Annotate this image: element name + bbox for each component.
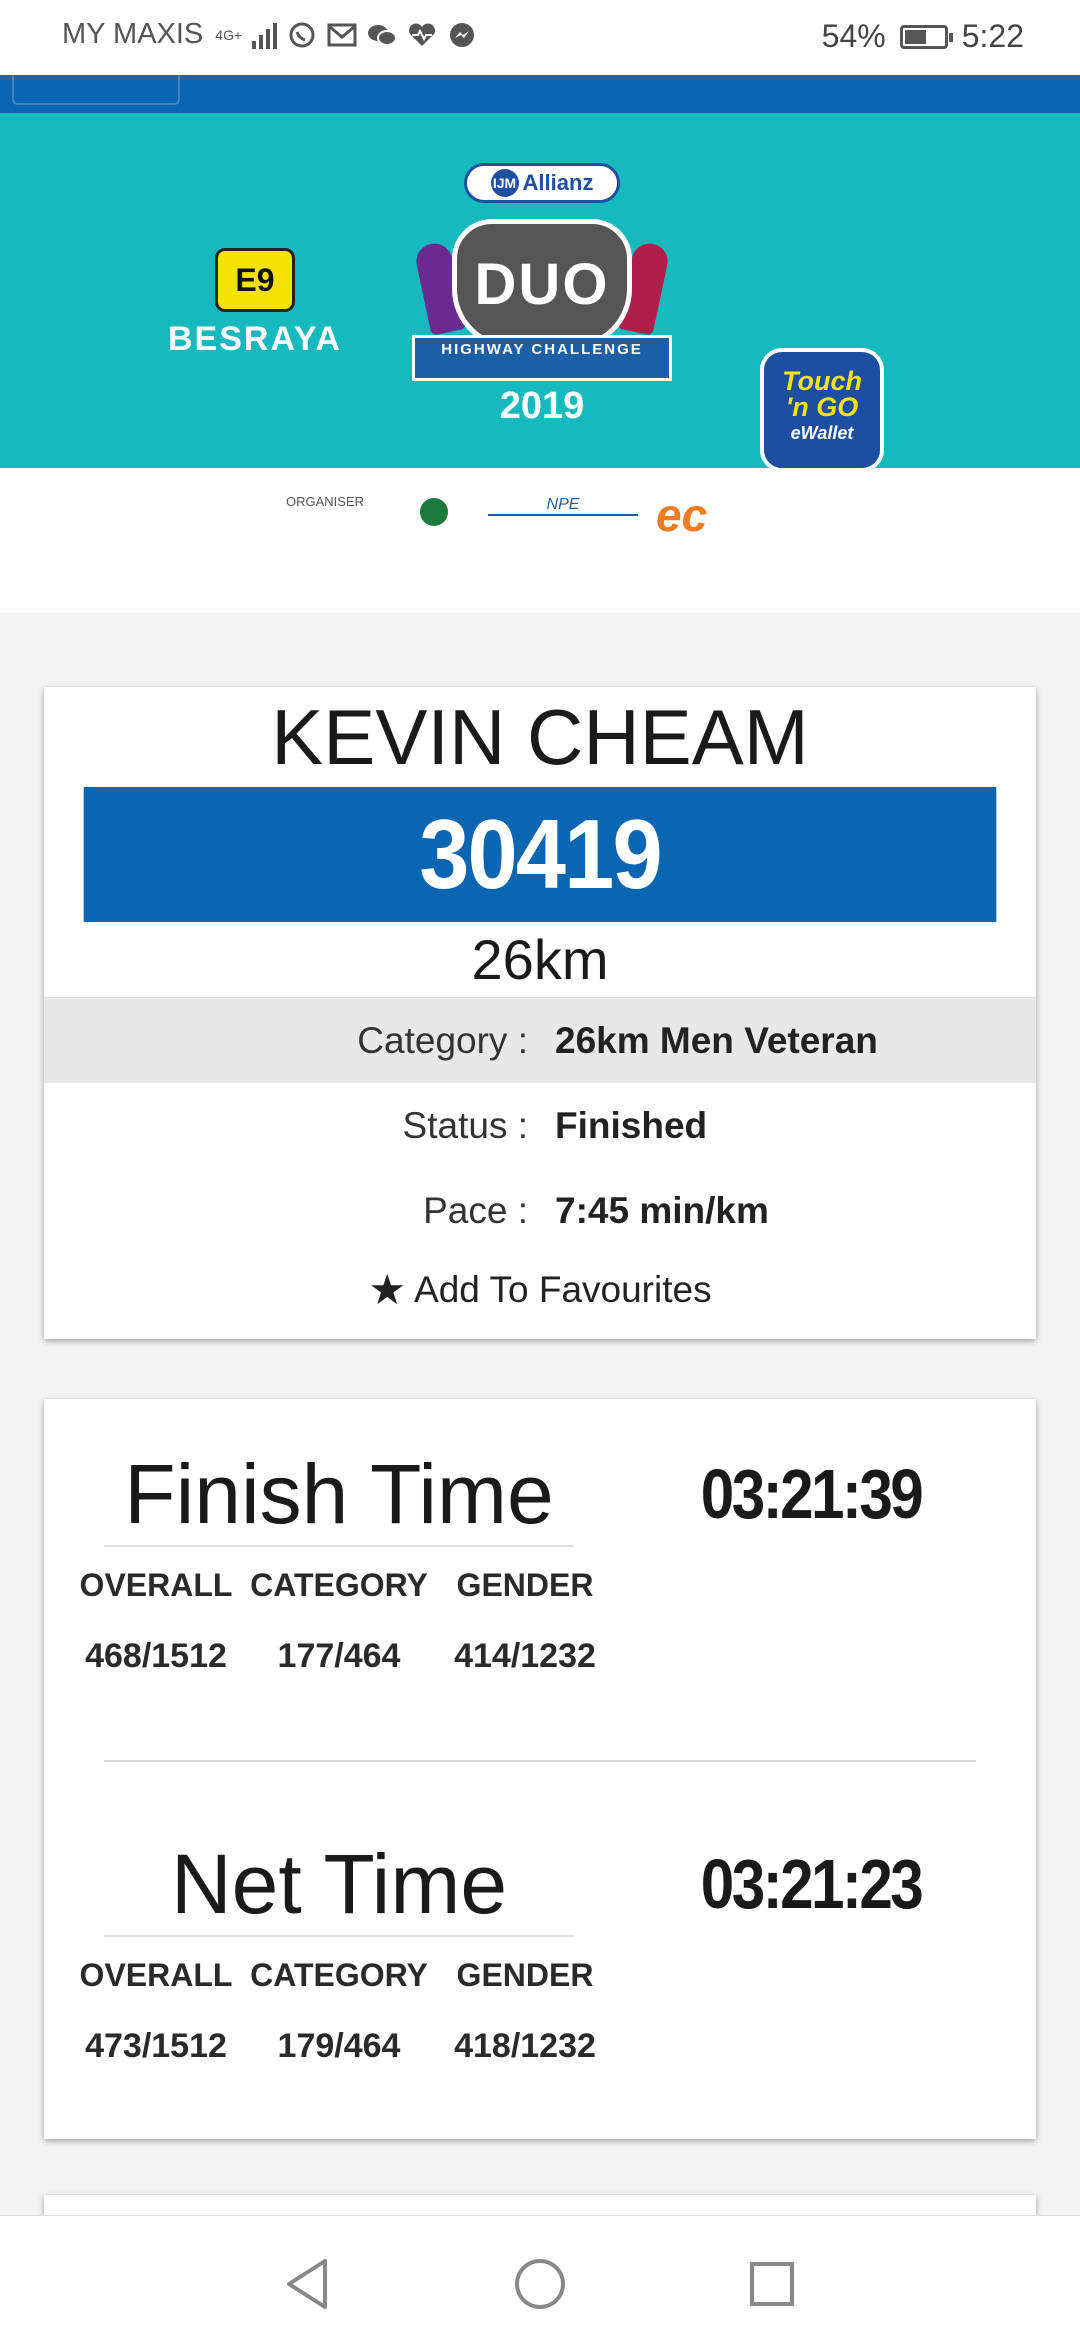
favourites-label[interactable]: Add To Favourites	[414, 1269, 712, 1310]
race-distance: 26km	[44, 922, 1036, 998]
gender-header: GENDER	[456, 1957, 594, 1993]
pace-row: Pace : 7:45 min/km	[44, 1168, 1036, 1253]
net-time-title: Net Time	[104, 1839, 574, 1937]
add-to-favourites-button[interactable]: ★ Add To Favourites	[44, 1265, 1036, 1314]
battery-percent: 54%	[821, 18, 886, 54]
browser-top-strip	[0, 75, 1080, 113]
status-label: Status :	[402, 1105, 528, 1146]
messenger-icon	[447, 20, 477, 50]
duo-shield: DUO	[452, 219, 632, 349]
category-value: 26km Men Veteran	[555, 1020, 878, 1061]
health-icon	[407, 20, 437, 50]
tng-line2: 'n GO	[785, 392, 859, 422]
overall-rank: 473/1512	[85, 2027, 227, 2065]
ijm-badge: IJM	[490, 169, 519, 197]
battery-icon	[899, 24, 953, 49]
status-value: Finished	[555, 1105, 708, 1146]
ec-text: ec	[656, 489, 708, 541]
category-rank: 179/464	[277, 2027, 401, 2065]
recents-square-icon	[750, 2262, 794, 2306]
event-banner: E9 BESRAYA IJM Allianz DUO HIGHWAY CHALL…	[0, 113, 1080, 472]
runner-card: KEVIN CHEAM 30419 26km Category : 26km M…	[44, 687, 1036, 1339]
duo-text: DUO	[474, 251, 610, 317]
tng-line1: Touch	[782, 366, 862, 396]
pace-value: 7:45 min/km	[555, 1190, 769, 1231]
organiser-label: ORGANISER	[286, 494, 365, 509]
back-triangle-icon	[287, 2259, 327, 2309]
gender-rank: 418/1232	[454, 2027, 596, 2065]
pace-label: Pace :	[423, 1190, 528, 1231]
runner-name: KEVIN CHEAM	[271, 693, 809, 781]
finish-time-value: 03:21:39	[700, 1455, 924, 1533]
whatsapp-icon	[287, 20, 317, 50]
category-header: CATEGORY	[250, 1957, 428, 1993]
e9-badge: E9	[215, 248, 295, 312]
finish-time-block: Finish Time 03:21:39 OVERALL CATEGORY GE…	[44, 1399, 1036, 1699]
event-ribbon: HIGHWAY CHALLENGE	[412, 335, 672, 381]
overall-header: OVERALL	[79, 1957, 233, 1993]
category-row: Category : 26km Men Veteran	[44, 998, 1036, 1083]
status-bar-right: 54% 5:22	[822, 18, 1024, 55]
net-time-value: 03:21:23	[700, 1845, 924, 1923]
back-button[interactable]	[278, 2254, 338, 2314]
status-bar-left: MY MAXIS 4G+	[62, 18, 477, 51]
carrier-name: MY MAXIS	[62, 18, 204, 50]
results-card: Finish Time 03:21:39 OVERALL CATEGORY GE…	[44, 1399, 1036, 2139]
besraya-logo: E9 BESRAYA	[165, 248, 345, 359]
star-icon[interactable]: ★	[368, 1266, 406, 1313]
overall-rank: 468/1512	[85, 1637, 227, 1675]
net-time-block: Net Time 03:21:23 OVERALL CATEGORY GENDE…	[44, 1789, 1036, 2089]
event-year: 2019	[499, 385, 585, 427]
home-button[interactable]	[510, 2254, 570, 2314]
system-nav-bar	[0, 2215, 1080, 2341]
category-label: Category :	[357, 1020, 528, 1061]
network-type: 4G+	[215, 26, 243, 43]
bib-number: 30419	[83, 787, 997, 922]
gmail-icon	[327, 20, 357, 50]
battery-fill	[904, 29, 926, 44]
category-rank: 177/464	[277, 1637, 401, 1675]
results-divider	[104, 1760, 976, 1762]
status-row: Status : Finished	[44, 1083, 1036, 1168]
signal-icon	[252, 21, 278, 49]
status-bar: MY MAXIS 4G+ 54% 5:22	[0, 0, 1080, 75]
menu-tab[interactable]	[12, 75, 180, 105]
organiser-strip: ORGANISER NPE ec	[0, 468, 1080, 613]
finish-time-title: Finish Time	[104, 1449, 574, 1547]
npe-logo: NPE	[488, 496, 638, 516]
allianz-name: Allianz	[522, 170, 594, 195]
duo-highway-challenge-logo: IJM Allianz DUO HIGHWAY CHALLENGE 2019	[412, 163, 672, 443]
recents-button[interactable]	[742, 2254, 802, 2314]
besraya-name: BESRAYA	[167, 320, 342, 358]
tng-line3: eWallet	[790, 423, 854, 443]
gender-header: GENDER	[456, 1567, 594, 1603]
wechat-icon	[367, 20, 398, 50]
overall-header: OVERALL	[79, 1567, 233, 1603]
home-circle-icon	[515, 2259, 565, 2309]
category-header: CATEGORY	[250, 1567, 428, 1603]
clock: 5:22	[961, 18, 1024, 54]
touch-n-go-logo: Touch 'n GO eWallet	[760, 348, 884, 472]
gender-rank: 414/1232	[454, 1637, 596, 1675]
ec-logo: ec	[656, 488, 707, 542]
allianz-badge: IJM Allianz	[464, 163, 620, 203]
besraya-org-logo	[420, 498, 448, 526]
